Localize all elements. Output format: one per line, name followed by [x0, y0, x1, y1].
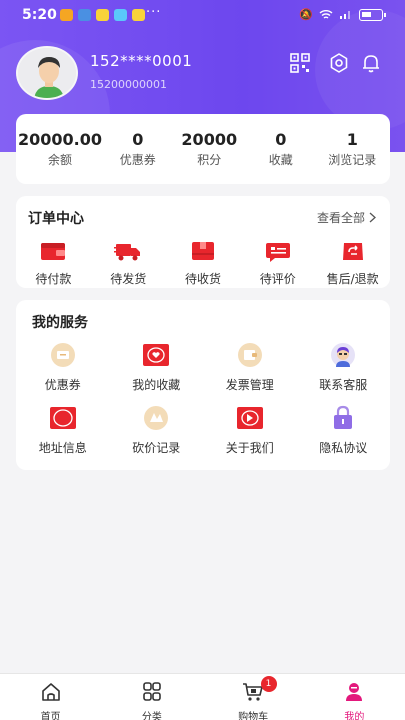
order-pending-receipt[interactable]: 待收货: [166, 240, 241, 287]
service-label: 发票管理: [225, 378, 274, 392]
status-right: 🔕: [299, 8, 386, 21]
truck-icon: [114, 244, 141, 261]
battery-icon: [359, 8, 386, 21]
stat-favorites[interactable]: 0 收藏: [245, 114, 317, 184]
bottom-tab-bar: 首页 分类 1 购物车 我的: [0, 673, 405, 720]
bell-icon[interactable]: [360, 52, 382, 74]
address-icon: [49, 407, 76, 429]
bargain-icon: [144, 406, 169, 430]
stat-label: 优惠券: [119, 153, 156, 167]
tab-home[interactable]: 首页: [0, 674, 101, 720]
service-label: 砍价记录: [132, 441, 181, 455]
service-invoices[interactable]: 发票管理: [203, 342, 297, 393]
services-grid: 优惠券 我的收藏 发票管理 联系客服 地址信息 砍价记录 关于我们 隐私协议: [16, 342, 390, 456]
about-icon: [236, 407, 263, 429]
tab-label: 分类: [141, 712, 162, 720]
user-phone: 15200000001: [90, 78, 167, 91]
avatar[interactable]: [16, 46, 78, 100]
notification-icons: [60, 9, 145, 21]
tab-label: 我的: [344, 712, 365, 720]
stat-label: 余额: [48, 153, 73, 167]
service-privacy[interactable]: 隐私协议: [297, 405, 391, 456]
order-item-label: 售后/退款: [326, 272, 379, 286]
my-services-title: 我的服务: [32, 315, 88, 331]
stats-card: 20000.00 余额 0 优惠券 20000 积分 0 收藏 1 浏览记录: [16, 114, 390, 184]
service-label: 我的收藏: [132, 378, 181, 392]
comment-icon: [265, 243, 290, 262]
coupon-icon: [50, 343, 75, 367]
home-icon: [41, 683, 60, 701]
signal-icon: [340, 11, 350, 19]
order-item-label: 待付款: [35, 272, 72, 286]
chevron-right-icon: [369, 212, 376, 223]
service-favorites[interactable]: 我的收藏: [110, 342, 204, 393]
stat-label: 积分: [197, 153, 222, 167]
stat-coupons[interactable]: 0 优惠券: [102, 114, 174, 184]
app-notification-icon: [114, 9, 127, 21]
stat-history[interactable]: 1 浏览记录: [317, 114, 389, 184]
stat-points[interactable]: 20000 积分: [174, 114, 246, 184]
service-label: 联系客服: [319, 378, 368, 392]
order-pending-shipment[interactable]: 待发货: [91, 240, 166, 287]
app-notification-icon: [132, 9, 145, 21]
stat-value: 0: [275, 130, 287, 149]
order-item-label: 待发货: [110, 272, 147, 286]
service-about-us[interactable]: 关于我们: [203, 405, 297, 456]
service-label: 优惠券: [44, 378, 81, 392]
tab-cart[interactable]: 1 购物车: [203, 674, 304, 720]
wallet-icon: [41, 243, 66, 260]
app-notification-icon: [96, 9, 109, 21]
order-center-card: 订单中心 查看全部 待付款 待发货 待收货 待评价 售后/退款: [16, 196, 390, 288]
service-label: 地址信息: [38, 441, 87, 455]
wifi-icon: [319, 10, 333, 19]
customer-service-icon: [331, 343, 356, 367]
my-services-card: 我的服务 优惠券 我的收藏 发票管理 联系客服 地址信息 砍价记录 关于我们 隐…: [16, 300, 390, 470]
tab-label: 购物车: [238, 712, 269, 720]
app-notification-icon: [78, 9, 91, 21]
tab-label: 首页: [40, 712, 61, 720]
order-pending-review[interactable]: 待评价: [240, 240, 315, 287]
tab-category[interactable]: 分类: [101, 674, 202, 720]
service-bargain-records[interactable]: 砍价记录: [110, 405, 204, 456]
username[interactable]: 152****0001: [90, 52, 192, 70]
stat-balance[interactable]: 20000.00 余额: [18, 114, 102, 184]
order-pending-payment[interactable]: 待付款: [16, 240, 91, 287]
box-icon: [191, 242, 214, 260]
settings-icon[interactable]: [328, 52, 350, 74]
stat-value: 20000: [181, 130, 238, 149]
lock-icon: [334, 405, 353, 429]
qrcode-icon[interactable]: [289, 52, 311, 74]
status-time: 5:20: [22, 7, 57, 23]
service-label: 隐私协议: [319, 441, 368, 455]
stat-value: 1: [346, 130, 358, 149]
app-notification-icon: [60, 9, 73, 21]
service-label: 关于我们: [225, 441, 274, 455]
more-notifications: ···: [146, 5, 162, 20]
stat-value: 0: [132, 130, 144, 149]
tab-profile[interactable]: 我的: [304, 674, 405, 720]
order-status-row: 待付款 待发货 待收货 待评价 售后/退款: [16, 240, 390, 287]
invoice-icon: [237, 343, 262, 367]
status-bar: 5:20 ··· 🔕: [0, 0, 405, 32]
mute-icon: 🔕: [299, 8, 313, 21]
category-icon: [143, 682, 161, 701]
service-coupons[interactable]: 优惠券: [16, 342, 110, 393]
stat-value: 20000.00: [18, 130, 103, 149]
service-address[interactable]: 地址信息: [16, 405, 110, 456]
order-center-title: 订单中心: [28, 211, 84, 227]
refund-icon: [342, 243, 363, 260]
service-customer-support[interactable]: 联系客服: [297, 342, 391, 393]
order-item-label: 待收货: [184, 272, 221, 286]
favorite-icon: [143, 344, 170, 366]
stat-label: 收藏: [268, 153, 293, 167]
view-all-label: 查看全部: [316, 211, 365, 225]
cart-badge: 1: [260, 676, 277, 692]
order-item-label: 待评价: [259, 272, 296, 286]
profile-icon: [346, 683, 363, 701]
view-all-orders-link[interactable]: 查看全部: [317, 209, 376, 226]
stat-label: 浏览记录: [328, 153, 377, 167]
order-after-sales[interactable]: 售后/退款: [315, 240, 390, 287]
